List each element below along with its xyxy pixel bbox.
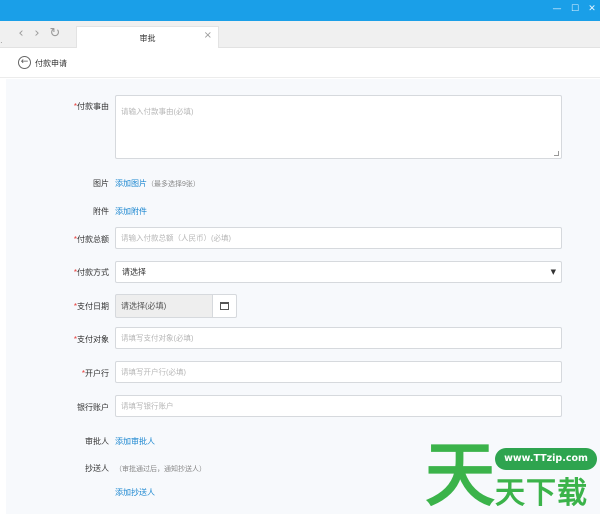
watermark-text: 天下载 (495, 476, 588, 511)
minimize-button[interactable]: — (550, 3, 564, 15)
left-edge-mark: · (0, 38, 3, 47)
page-header: ← 付款申请 (0, 48, 600, 78)
watermark-url: www.TTzip.com (495, 448, 597, 470)
date-input[interactable]: 请选择(必填) (115, 294, 213, 318)
bank-input[interactable]: 请填写开户行(必填) (115, 361, 562, 383)
resize-handle[interactable] (554, 151, 559, 156)
dropdown-caret-icon: ▼ (550, 268, 556, 276)
add-image-link[interactable]: 添加图片（最多选择9张） (115, 178, 200, 189)
method-label: *付款方式 (73, 268, 109, 277)
tab-title: 审批 (139, 34, 156, 43)
method-select[interactable]: 请选择 ▼ (115, 261, 562, 283)
window-titlebar: — ☐ ✕ (0, 0, 600, 21)
method-value: 请选择 (122, 267, 146, 277)
cc-label: 抄送人 (85, 464, 109, 473)
payee-placeholder: 请填写支付对象(必填) (121, 333, 194, 343)
amount-label: *付款总额 (73, 235, 109, 244)
reason-textarea[interactable]: 请输入付款事由(必填) (115, 95, 562, 159)
approver-label: 审批人 (85, 437, 109, 446)
account-label: 银行账户 (77, 403, 109, 412)
tab-approval[interactable]: 审批 × (76, 26, 219, 48)
cc-hint: （审批通过后，通知抄送人） (115, 466, 206, 473)
watermark-big-char: 天 (425, 434, 495, 514)
site-watermark: 天 www.TTzip.com 天下载 (425, 436, 600, 514)
date-value: 请选择(必填) (121, 301, 167, 311)
close-window-button[interactable]: ✕ (585, 3, 599, 15)
calendar-button[interactable] (212, 294, 237, 318)
amount-placeholder: 请输入付款总额（人民币）(必填) (121, 233, 231, 243)
maximize-button[interactable]: ☐ (568, 3, 582, 15)
forward-nav-icon[interactable]: › (30, 26, 44, 42)
account-input[interactable]: 请填写银行账户 (115, 395, 562, 417)
back-arrow-icon[interactable]: ← (18, 56, 31, 69)
bank-label: *开户行 (81, 369, 109, 378)
back-nav-icon[interactable]: ‹ (14, 26, 28, 42)
payee-input[interactable]: 请填写支付对象(必填) (115, 327, 562, 349)
reason-label: *付款事由 (73, 102, 109, 111)
tab-close-icon[interactable]: × (204, 30, 212, 41)
reload-icon[interactable]: ↻ (48, 26, 62, 42)
amount-input[interactable]: 请输入付款总额（人民币）(必填) (115, 227, 562, 249)
attachments-label: 附件 (93, 207, 109, 216)
browser-tabstrip: ‹ › ↻ 审批 × (0, 21, 600, 48)
payee-label: *支付对象 (73, 335, 109, 344)
date-label: *支付日期 (73, 302, 109, 311)
page-title: 付款申请 (35, 59, 67, 68)
bank-placeholder: 请填写开户行(必填) (121, 367, 186, 377)
account-placeholder: 请填写银行账户 (121, 401, 174, 411)
add-attachment-link[interactable]: 添加附件 (115, 206, 147, 217)
reason-placeholder: 请输入付款事由(必填) (121, 107, 194, 116)
images-hint: （最多选择9张） (147, 181, 200, 188)
images-label: 图片 (93, 179, 109, 188)
calendar-icon (220, 302, 229, 310)
add-cc-link[interactable]: 添加抄送人 (115, 487, 155, 498)
add-approver-link[interactable]: 添加审批人 (115, 436, 155, 447)
